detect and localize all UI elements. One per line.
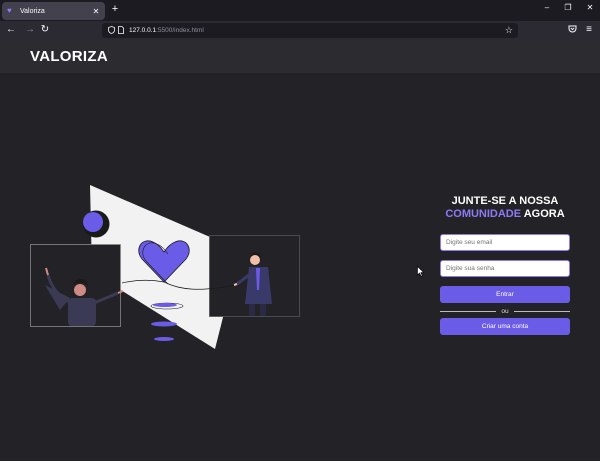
site-header: VALORIZA (0, 40, 600, 73)
community-illustration (30, 185, 300, 349)
tab-title: Valoriza (20, 7, 45, 15)
password-input[interactable] (440, 260, 570, 277)
form-title-highlight: COMUNIDADE (445, 208, 522, 220)
separator-line-right (513, 310, 571, 312)
browser-tab-strip: ♥ Valoriza ✕ + – ❐ ✕ (0, 0, 600, 21)
menu-icon[interactable]: ≡ (583, 25, 595, 35)
page-icon[interactable] (116, 25, 126, 36)
back-icon[interactable]: ← (5, 25, 17, 35)
page: VALORIZA JUNTE-SE A NOSSA COMUNIDADE AGO… (0, 40, 600, 461)
url-bar[interactable]: 127.0.0.1 :5500/index.html ☆ (102, 23, 518, 38)
create-account-button[interactable]: Criar uma conta (440, 318, 570, 335)
shield-icon[interactable] (106, 25, 116, 36)
illustration-circle (83, 212, 103, 232)
new-tab-button[interactable]: + (109, 3, 121, 15)
mouse-cursor-icon (417, 266, 425, 277)
minimize-icon[interactable]: – (541, 3, 553, 12)
form-title-line1: JUNTE-SE A NOSSA (451, 195, 559, 207)
window-close-icon[interactable]: ✕ (584, 3, 596, 12)
url-host: 127.0.0.1 (129, 27, 157, 34)
browser-tab[interactable]: ♥ Valoriza ✕ (2, 2, 105, 20)
close-tab-icon[interactable]: ✕ (92, 7, 100, 16)
form-title: JUNTE-SE A NOSSA COMUNIDADE AGORA (440, 195, 570, 221)
reload-icon[interactable]: ↻ (39, 25, 51, 35)
pocket-icon[interactable] (566, 25, 578, 36)
enter-button[interactable]: Entrar (440, 286, 570, 303)
url-path: :5500/index.html (156, 27, 204, 34)
star-icon[interactable]: ☆ (505, 25, 513, 35)
site-logo[interactable]: VALORIZA (30, 48, 108, 65)
email-input[interactable] (440, 234, 570, 251)
signup-form: JUNTE-SE A NOSSA COMUNIDADE AGORA Entrar… (440, 195, 571, 335)
heart-favicon-icon: ♥ (7, 6, 12, 15)
restore-icon[interactable]: ❐ (562, 3, 574, 12)
or-label: ou (501, 307, 509, 315)
forward-icon[interactable]: → (24, 25, 36, 35)
or-separator: ou (440, 306, 571, 316)
separator-line-left (440, 310, 497, 312)
form-title-rest: AGORA (521, 208, 565, 220)
